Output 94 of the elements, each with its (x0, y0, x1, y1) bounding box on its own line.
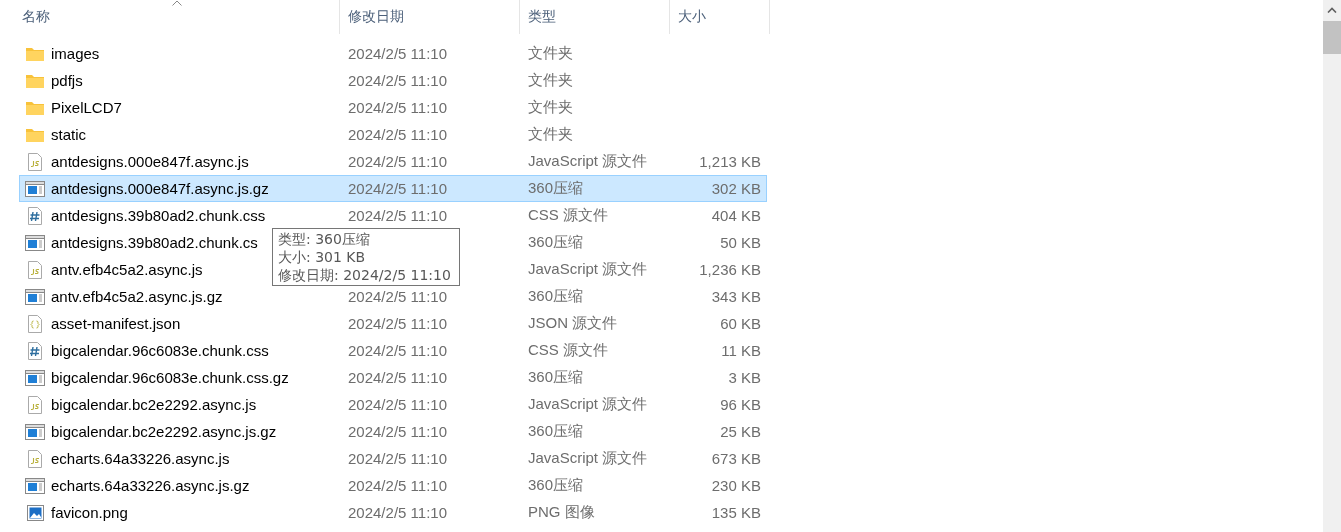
braces-file-icon (28, 314, 42, 333)
column-header[interactable]: 名称 (22, 8, 50, 26)
window-file-icon (25, 288, 45, 305)
file-type: JavaScript 源文件 (528, 152, 648, 169)
selected-row-highlight[interactable]: antdesigns.000e847f.async.js.gz 2024/2/5 11:10 360压缩 302 KB (19, 175, 767, 202)
folder-icon (26, 100, 44, 115)
file-name[interactable]: bigcalendar.bc2e2292.async.js (51, 396, 257, 413)
folder-icon (26, 73, 44, 88)
script-file-icon (28, 449, 42, 468)
file-type: PNG 图像 (528, 503, 595, 520)
tooltip-line: 修改日期: 2024/2/5 11:10 (278, 266, 452, 284)
file-type: 360压缩 (528, 233, 584, 250)
file-type: 360压缩 (528, 368, 584, 385)
window-file-icon (25, 423, 45, 440)
modified-date: 2024/2/5 11:10 (348, 180, 447, 197)
file-type: JavaScript 源文件 (528, 260, 648, 277)
file-name[interactable]: asset-manifest.json (51, 315, 181, 332)
modified-date: 2024/2/5 11:10 (348, 99, 447, 116)
modified-date: 2024/2/5 11:10 (348, 288, 447, 305)
file-type: 文件夹 (528, 44, 573, 61)
window-file-icon (25, 369, 45, 386)
image-file-icon (26, 504, 44, 521)
file-name[interactable]: echarts.64a33226.async.js (51, 450, 230, 467)
window-file-icon (25, 234, 45, 251)
modified-date: 2024/2/5 11:10 (348, 477, 447, 494)
script-file-icon (28, 260, 42, 279)
script-file-icon (28, 395, 42, 414)
file-type: 360压缩 (528, 476, 584, 493)
file-type: JavaScript 源文件 (528, 449, 648, 466)
file-name[interactable]: antv.efb4c5a2.async.js (51, 261, 203, 278)
file-type: 文件夹 (528, 71, 573, 88)
scrollbar[interactable] (1323, 0, 1341, 532)
tooltip-line: 类型: 360压缩 (278, 230, 371, 248)
window-file-icon (25, 477, 45, 494)
file-size: 96 KB (720, 396, 761, 413)
file-size: 1,213 KB (699, 153, 761, 170)
file-name[interactable]: images (51, 45, 100, 62)
script-file-icon (28, 152, 42, 171)
file-name[interactable]: PixelLCD7 (51, 99, 122, 116)
window-file-icon (25, 180, 45, 197)
file-size: 135 KB (711, 504, 761, 521)
modified-date: 2024/2/5 11:10 (348, 315, 447, 332)
file-type: 文件夹 (528, 98, 573, 115)
hash-file-icon (28, 341, 42, 360)
file-type: 360压缩 (528, 179, 584, 196)
file-size: 50 KB (720, 234, 761, 251)
modified-date: 2024/2/5 11:10 (348, 153, 447, 170)
folder-icon (26, 46, 44, 61)
file-name[interactable]: echarts.64a33226.async.js.gz (51, 477, 250, 494)
file-name[interactable]: antdesigns.000e847f.async.js.gz (51, 180, 269, 197)
file-name[interactable]: antdesigns.000e847f.async.js (51, 153, 249, 170)
file-name[interactable]: antdesigns.39b80ad2.chunk.cs (51, 234, 258, 251)
file-name[interactable]: antdesigns.39b80ad2.chunk.css (51, 207, 266, 224)
folder-icon (26, 127, 44, 142)
column-header[interactable]: 类型 (528, 8, 556, 26)
file-name[interactable]: antv.efb4c5a2.async.js.gz (51, 288, 223, 305)
file-type: 360压缩 (528, 422, 584, 439)
file-name[interactable]: favicon.png (51, 504, 128, 521)
file-size: 25 KB (720, 423, 761, 440)
modified-date: 2024/2/5 11:10 (348, 423, 447, 440)
file-type: CSS 源文件 (528, 206, 608, 223)
column-header[interactable]: 大小 (678, 8, 706, 26)
file-size: 11 KB (721, 342, 761, 359)
file-size: 3 KB (728, 369, 761, 386)
file-name[interactable]: bigcalendar.96c6083e.chunk.css (51, 342, 269, 359)
file-type: JSON 源文件 (528, 314, 618, 331)
tooltip-line: 大小: 301 KB (278, 248, 367, 266)
file-size: 404 KB (711, 207, 761, 224)
file-type: CSS 源文件 (528, 341, 608, 358)
file-name[interactable]: bigcalendar.bc2e2292.async.js.gz (51, 423, 277, 440)
file-size: 60 KB (720, 315, 761, 332)
modified-date: 2024/2/5 11:10 (348, 450, 447, 467)
modified-date: 2024/2/5 11:10 (348, 126, 447, 143)
file-size: 230 KB (711, 477, 761, 494)
file-size: 343 KB (711, 288, 761, 305)
file-size: 302 KB (711, 180, 761, 197)
file-type: 文件夹 (528, 125, 573, 142)
modified-date: 2024/2/5 11:10 (348, 504, 447, 521)
modified-date: 2024/2/5 11:10 (348, 396, 447, 413)
modified-date: 2024/2/5 11:10 (348, 369, 447, 386)
file-name[interactable]: bigcalendar.96c6083e.chunk.css.gz (51, 369, 289, 386)
hash-file-icon (28, 206, 42, 225)
modified-date: 2024/2/5 11:10 (348, 342, 447, 359)
modified-date: 2024/2/5 11:10 (348, 45, 447, 62)
column-header[interactable]: 修改日期 (348, 8, 404, 26)
file-name[interactable]: pdfjs (51, 72, 83, 89)
file-type: JavaScript 源文件 (528, 395, 648, 412)
modified-date: 2024/2/5 11:10 (348, 207, 447, 224)
file-size: 673 KB (711, 450, 761, 467)
scrollbar-thumb[interactable] (1323, 21, 1341, 54)
file-type: 360压缩 (528, 287, 584, 304)
file-size: 1,236 KB (699, 261, 761, 278)
file-name[interactable]: static (51, 126, 86, 143)
modified-date: 2024/2/5 11:10 (348, 72, 447, 89)
